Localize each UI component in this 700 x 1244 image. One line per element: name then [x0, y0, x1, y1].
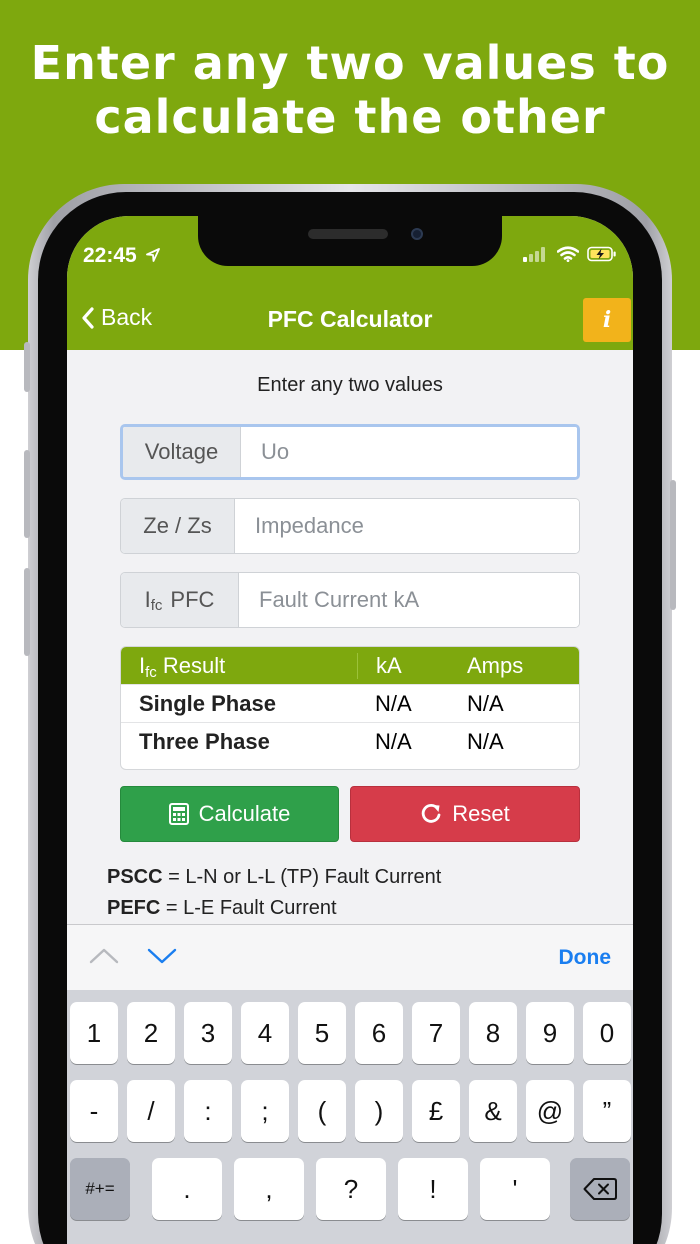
notch: [198, 216, 502, 266]
key-slash[interactable]: /: [127, 1080, 175, 1142]
results-header-amps: Amps: [467, 652, 524, 678]
key-period[interactable]: .: [152, 1158, 222, 1220]
chevron-up-icon[interactable]: [89, 945, 119, 967]
results-header-rest: Result: [162, 652, 226, 678]
phone-power-button: [670, 480, 676, 610]
nav-bar: 22:45 Back PFC Calculator i: [67, 216, 633, 350]
status-time-text: 22:45: [83, 244, 137, 267]
key-hyphen[interactable]: -: [70, 1080, 118, 1142]
backspace-key[interactable]: [570, 1158, 630, 1220]
key-open-paren[interactable]: (: [298, 1080, 346, 1142]
fault-current-label: Ifc PFC: [121, 573, 239, 627]
results-header-ka: kA: [357, 652, 453, 679]
impedance-input[interactable]: [235, 499, 579, 553]
legend-pefc-def: = L-E Fault Current: [160, 897, 337, 919]
key-9[interactable]: 9: [526, 1002, 574, 1064]
chevron-down-icon[interactable]: [147, 945, 177, 967]
key-8[interactable]: 8: [469, 1002, 517, 1064]
key-symbols[interactable]: #+=: [70, 1158, 130, 1220]
calculate-button-label: Calculate: [198, 801, 291, 826]
row-ka-value: N/A: [375, 729, 412, 754]
row-amps-value: N/A: [467, 690, 504, 716]
key-comma[interactable]: ,: [234, 1158, 304, 1220]
row-label: Three Phase: [139, 729, 270, 754]
key-7[interactable]: 7: [412, 1002, 460, 1064]
key-ampersand[interactable]: &: [469, 1080, 517, 1142]
impedance-input-group: Ze / Zs: [120, 498, 580, 554]
promo-headline-line2: calculate the other: [94, 90, 606, 144]
fault-label-sub: fc: [150, 596, 163, 614]
results-table: Ifc Result kA Amps Single Phase N/A N/A …: [120, 646, 580, 770]
battery-charging-icon: [587, 246, 616, 262]
cellular-signal-icon: [523, 247, 545, 262]
promo-headline-line1: Enter any two values to: [30, 36, 670, 90]
calculator-content: Enter any two values Voltage Ze / Zs Ifc…: [67, 350, 633, 924]
legend-pscc-def: = L-N or L-L (TP) Fault Current: [162, 866, 442, 888]
results-header-sub: fc: [145, 663, 157, 681]
key-6[interactable]: 6: [355, 1002, 403, 1064]
key-3[interactable]: 3: [184, 1002, 232, 1064]
key-4[interactable]: 4: [241, 1002, 289, 1064]
key-colon[interactable]: :: [184, 1080, 232, 1142]
key-apostrophe[interactable]: ': [480, 1158, 550, 1220]
voltage-input-group: Voltage: [120, 424, 580, 480]
voltage-label: Voltage: [123, 427, 241, 477]
calculate-button[interactable]: Calculate: [120, 786, 339, 842]
phone-screen: 22:45 Back PFC Calculator i Enter any tw…: [67, 216, 633, 1244]
front-camera: [411, 228, 423, 240]
key-quote[interactable]: ”: [583, 1080, 631, 1142]
info-button[interactable]: i: [583, 298, 631, 342]
key-1[interactable]: 1: [70, 1002, 118, 1064]
key-2[interactable]: 2: [127, 1002, 175, 1064]
refresh-icon: [422, 804, 441, 823]
instruction-text: Enter any two values: [257, 374, 443, 396]
calculator-icon: [168, 803, 189, 825]
backspace-icon: [583, 1178, 617, 1200]
reset-button[interactable]: Reset: [350, 786, 580, 842]
table-row-single-phase: Single Phase N/A N/A: [121, 685, 579, 723]
location-arrow-icon: [145, 248, 160, 262]
results-header-label: Ifc Result: [121, 652, 357, 681]
key-exclamation[interactable]: !: [398, 1158, 468, 1220]
legend-pscc-term: PSCC: [107, 866, 163, 888]
fault-current-input-group: Ifc PFC: [120, 572, 580, 628]
fault-current-input[interactable]: [239, 573, 579, 627]
numeric-keyboard: 1 2 3 4 5 6 7 8 9 0 - / : ; ( ) £ & @ ” …: [67, 990, 633, 1244]
info-icon: i: [602, 307, 612, 333]
legend-pefc: PEFC = L-E Fault Current: [107, 897, 337, 920]
phone-mute-switch: [24, 342, 30, 392]
results-header-row: Ifc Result kA Amps: [121, 647, 579, 685]
wifi-icon: [557, 246, 579, 262]
earpiece-speaker: [308, 229, 388, 239]
row-ka-value: N/A: [375, 690, 412, 716]
reset-button-label: Reset: [452, 801, 510, 826]
status-icons: [523, 246, 617, 262]
status-time: 22:45: [83, 244, 161, 268]
key-semicolon[interactable]: ;: [241, 1080, 289, 1142]
key-pound[interactable]: £: [412, 1080, 460, 1142]
keyboard-accessory-bar: Done: [67, 924, 633, 990]
phone-volume-up: [24, 450, 30, 538]
row-label: Single Phase: [139, 690, 276, 716]
row-amps-value: N/A: [467, 729, 504, 754]
table-row-three-phase: Three Phase N/A N/A: [121, 723, 579, 761]
key-0[interactable]: 0: [583, 1002, 631, 1064]
legend-pscc: PSCC = L-N or L-L (TP) Fault Current: [107, 866, 441, 889]
key-at[interactable]: @: [526, 1080, 574, 1142]
fault-label-rest: PFC: [170, 587, 215, 612]
done-button[interactable]: Done: [559, 946, 612, 970]
page-title: PFC Calculator: [267, 306, 433, 332]
voltage-input[interactable]: [241, 427, 577, 477]
promo-headline: Enter any two values to calculate the ot…: [0, 36, 700, 144]
phone-volume-down: [24, 568, 30, 656]
legend-pefc-term: PEFC: [107, 897, 161, 919]
key-close-paren[interactable]: ): [355, 1080, 403, 1142]
key-question[interactable]: ?: [316, 1158, 386, 1220]
impedance-label: Ze / Zs: [121, 499, 235, 553]
key-5[interactable]: 5: [298, 1002, 346, 1064]
